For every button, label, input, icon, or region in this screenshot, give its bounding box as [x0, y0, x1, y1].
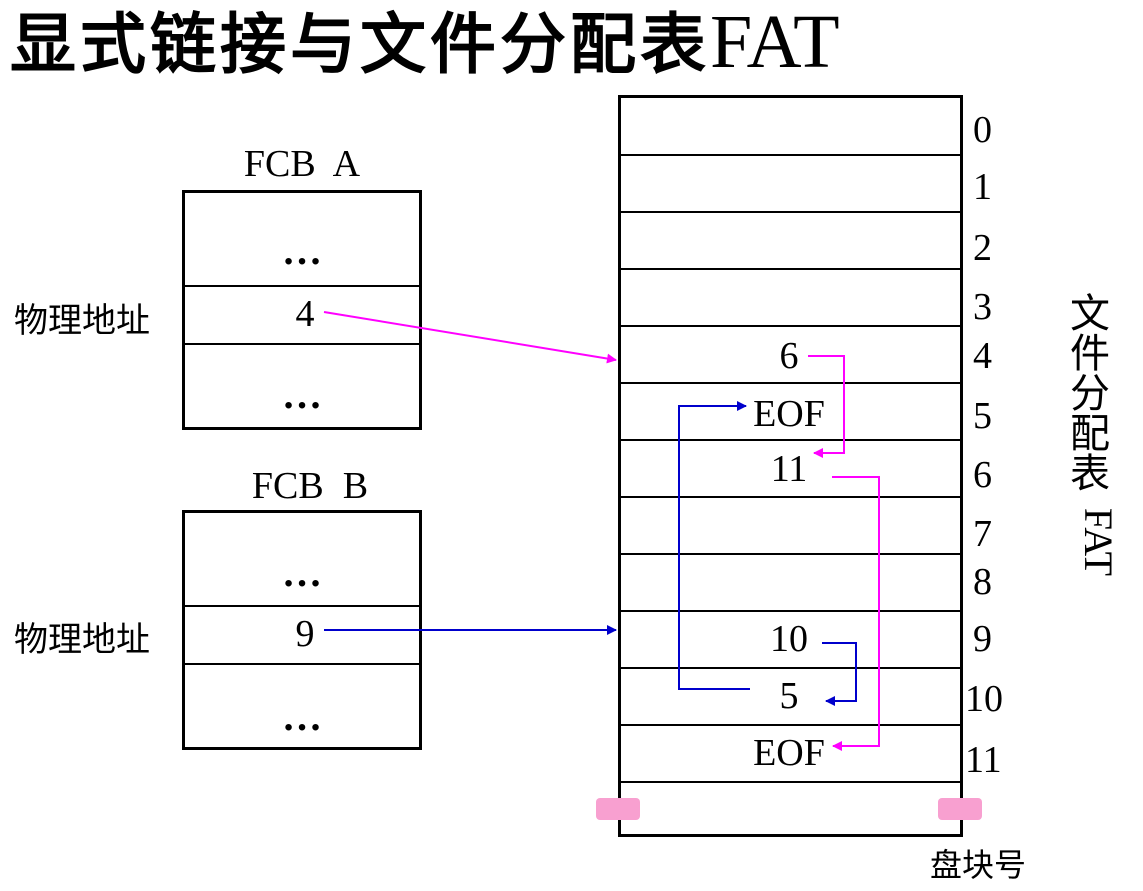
block-number: 7: [973, 513, 992, 555]
fat-entry-value: EOF: [753, 732, 825, 774]
block-number: 10: [965, 678, 1003, 720]
fat-entry-value: EOF: [753, 393, 825, 435]
block-number: 3: [973, 286, 992, 328]
block-number: 2: [973, 227, 992, 269]
block-number: 11: [965, 739, 1002, 781]
fat-entry-value: 5: [779, 675, 799, 717]
block-number: 8: [973, 561, 992, 603]
block-number: 5: [973, 395, 992, 437]
block-number: 9: [973, 618, 992, 660]
fat-entry-value: 11: [770, 448, 808, 490]
block-number: 6: [973, 454, 992, 496]
block-number: 1: [973, 166, 992, 208]
fat-entry-value: 6: [779, 335, 799, 377]
block-number: 0: [973, 109, 992, 151]
fat-entry-value: 10: [770, 618, 808, 660]
arrow-fcb-a-to-block-4: [323, 311, 617, 364]
block-number: 4: [973, 335, 992, 377]
